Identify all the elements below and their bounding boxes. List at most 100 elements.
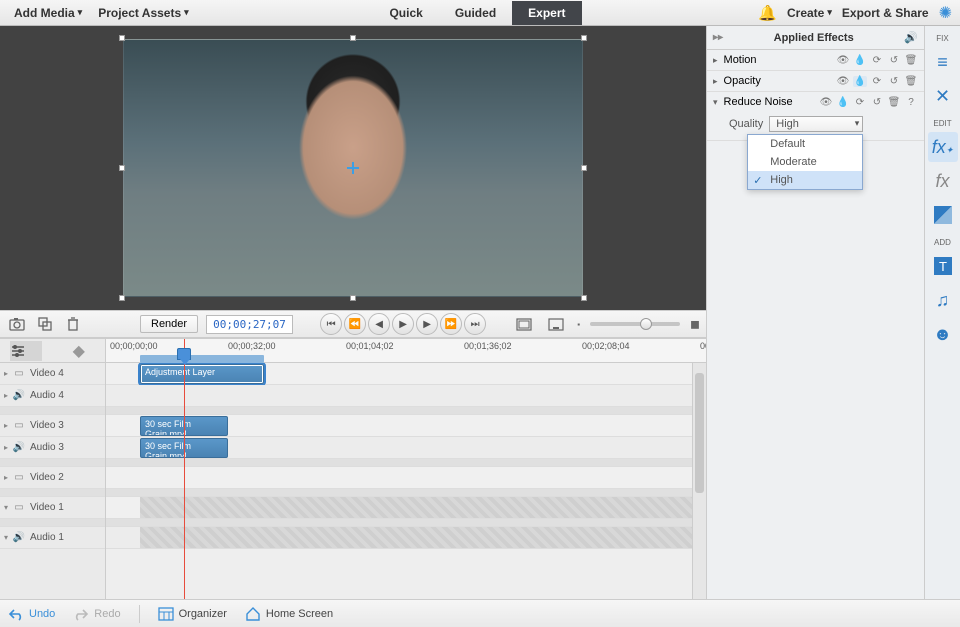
goto-start-icon[interactable]: ⏮ bbox=[320, 313, 342, 335]
speaker-icon[interactable]: 🔊 bbox=[12, 442, 26, 453]
track-expand-icon[interactable]: ▸ bbox=[4, 391, 8, 400]
drop-icon[interactable]: 💧 bbox=[853, 55, 867, 66]
home-screen-button[interactable]: Home Screen bbox=[245, 607, 333, 621]
handle-w[interactable] bbox=[119, 165, 125, 171]
organizer-button[interactable]: Organizer bbox=[158, 607, 227, 621]
handle-s[interactable] bbox=[350, 295, 356, 301]
tab-quick[interactable]: Quick bbox=[373, 1, 438, 25]
track-header[interactable]: ▸▭Video 4 bbox=[0, 363, 105, 385]
reset-icon[interactable]: ↺ bbox=[887, 76, 901, 87]
anchor-point[interactable] bbox=[347, 162, 359, 174]
fullscreen-icon[interactable] bbox=[545, 313, 567, 335]
titles-icon[interactable]: T bbox=[928, 251, 958, 281]
notifications-icon[interactable]: 🔔 bbox=[758, 4, 777, 22]
track-row[interactable] bbox=[106, 527, 706, 549]
stopwatch-icon[interactable]: ⟳ bbox=[870, 55, 884, 66]
playhead[interactable] bbox=[184, 339, 185, 599]
graphics-icon[interactable]: ☻ bbox=[928, 319, 958, 349]
play-icon[interactable]: ▶ bbox=[392, 313, 414, 335]
effect-header[interactable]: ▸Opacity👁💧⟳↺🗑 bbox=[707, 71, 924, 91]
speaker-icon[interactable]: 🔊 bbox=[12, 532, 26, 543]
fast-forward-icon[interactable]: ⏩ bbox=[440, 313, 462, 335]
track-expand-icon[interactable]: ▾ bbox=[4, 533, 8, 542]
project-assets-menu[interactable]: Project Assets▾ bbox=[90, 2, 196, 24]
track-row[interactable]: 30 sec Film Grain.mp4 bbox=[106, 415, 706, 437]
speaker-icon[interactable]: 🔊 bbox=[12, 390, 26, 401]
help-icon[interactable]: ? bbox=[904, 97, 918, 108]
marker-icon[interactable]: ◆ bbox=[63, 337, 95, 365]
timeline-options-icon[interactable] bbox=[10, 341, 42, 361]
stopwatch-icon[interactable]: ⟳ bbox=[853, 97, 867, 108]
delete-icon[interactable] bbox=[62, 313, 84, 335]
handle-nw[interactable] bbox=[119, 35, 125, 41]
handle-sw[interactable] bbox=[119, 295, 125, 301]
track-header[interactable]: ▸▭Video 3 bbox=[0, 415, 105, 437]
track-expand-icon[interactable]: ▾ bbox=[4, 503, 8, 512]
handle-e[interactable] bbox=[581, 165, 587, 171]
track-header[interactable]: ▾▭Video 1 bbox=[0, 497, 105, 519]
safe-margins-icon[interactable] bbox=[513, 313, 535, 335]
panel-collapse-icon[interactable]: ▸▸ bbox=[707, 32, 729, 43]
redo-button[interactable]: Redo bbox=[73, 607, 120, 621]
trash-icon[interactable]: 🗑 bbox=[904, 55, 918, 66]
rewind-icon[interactable]: ⏪ bbox=[344, 313, 366, 335]
filmstrip-icon[interactable]: ▭ bbox=[12, 472, 26, 483]
track-row[interactable] bbox=[106, 385, 706, 407]
eye-icon[interactable]: 👁 bbox=[836, 55, 850, 66]
tab-expert[interactable]: Expert bbox=[512, 1, 581, 25]
timecode-input[interactable]: 00;00;27;07 bbox=[206, 315, 293, 334]
tools-icon[interactable]: ✕ bbox=[928, 81, 958, 111]
track-expand-icon[interactable]: ▸ bbox=[4, 473, 8, 482]
zoom-slider[interactable] bbox=[590, 322, 680, 326]
export-share-button[interactable]: Export & Share bbox=[842, 6, 929, 20]
reset-icon[interactable]: ↺ bbox=[870, 97, 884, 108]
filmstrip-icon[interactable]: ▭ bbox=[12, 502, 26, 513]
music-icon[interactable]: ♫ bbox=[928, 285, 958, 315]
clip[interactable]: Adjustment Layer bbox=[140, 364, 264, 384]
effect-header[interactable]: ▾Reduce Noise👁💧⟳↺🗑? bbox=[707, 92, 924, 112]
tab-guided[interactable]: Guided bbox=[439, 1, 512, 25]
quality-option[interactable]: Moderate bbox=[748, 153, 862, 171]
quality-option[interactable]: High bbox=[748, 171, 862, 189]
trash-icon[interactable]: 🗑 bbox=[887, 97, 901, 108]
effect-expand-icon[interactable]: ▸ bbox=[713, 76, 718, 87]
zoom-out-icon[interactable]: ▪ bbox=[577, 320, 580, 329]
track-row[interactable] bbox=[106, 467, 706, 489]
effects-icon[interactable]: fx bbox=[928, 166, 958, 196]
snapshot-icon[interactable] bbox=[6, 313, 28, 335]
track-header[interactable]: ▸🔊Audio 4 bbox=[0, 385, 105, 407]
quality-dropdown[interactable]: High bbox=[769, 116, 863, 132]
effect-header[interactable]: ▸Motion👁💧⟳↺🗑 bbox=[707, 50, 924, 70]
step-forward-icon[interactable]: ▶ bbox=[416, 313, 438, 335]
effect-expand-icon[interactable]: ▾ bbox=[713, 97, 718, 108]
timeline-vscroll[interactable] bbox=[692, 363, 706, 599]
handle-n[interactable] bbox=[350, 35, 356, 41]
track-row[interactable] bbox=[106, 497, 706, 519]
effects-wand-icon[interactable]: fx✦ bbox=[928, 132, 958, 162]
transitions-icon[interactable] bbox=[928, 200, 958, 230]
tracks-area[interactable]: Adjustment Layer 30 sec Film Grain.mp430 … bbox=[106, 363, 706, 599]
audio-effects-icon[interactable]: 🔊 bbox=[898, 31, 924, 44]
time-ruler[interactable]: 00;00;00;0000;00;32;0000;01;04;0200;01;3… bbox=[106, 339, 706, 363]
track-row[interactable]: 30 sec Film Grain.mp4 bbox=[106, 437, 706, 459]
filmstrip-icon[interactable]: ▭ bbox=[12, 420, 26, 431]
handle-ne[interactable] bbox=[581, 35, 587, 41]
handle-se[interactable] bbox=[581, 295, 587, 301]
goto-end-icon[interactable]: ⏭ bbox=[464, 313, 486, 335]
preview-canvas[interactable] bbox=[123, 39, 583, 297]
create-menu[interactable]: Create▾ bbox=[787, 6, 832, 20]
eye-icon[interactable]: 👁 bbox=[836, 76, 850, 87]
track-expand-icon[interactable]: ▸ bbox=[4, 369, 8, 378]
quality-option[interactable]: Default bbox=[748, 135, 862, 153]
eye-icon[interactable]: 👁 bbox=[819, 97, 833, 108]
trash-icon[interactable]: 🗑 bbox=[904, 76, 918, 87]
render-button[interactable]: Render bbox=[140, 315, 198, 333]
settings-icon[interactable]: ✺ bbox=[939, 3, 952, 23]
adjust-sliders-icon[interactable]: ≡ bbox=[928, 47, 958, 77]
undo-button[interactable]: Undo bbox=[8, 607, 55, 621]
track-row[interactable]: Adjustment Layer bbox=[106, 363, 706, 385]
track-header[interactable]: ▸🔊Audio 3 bbox=[0, 437, 105, 459]
reset-icon[interactable]: ↺ bbox=[887, 55, 901, 66]
filmstrip-icon[interactable]: ▭ bbox=[12, 368, 26, 379]
track-header[interactable]: ▸▭Video 2 bbox=[0, 467, 105, 489]
